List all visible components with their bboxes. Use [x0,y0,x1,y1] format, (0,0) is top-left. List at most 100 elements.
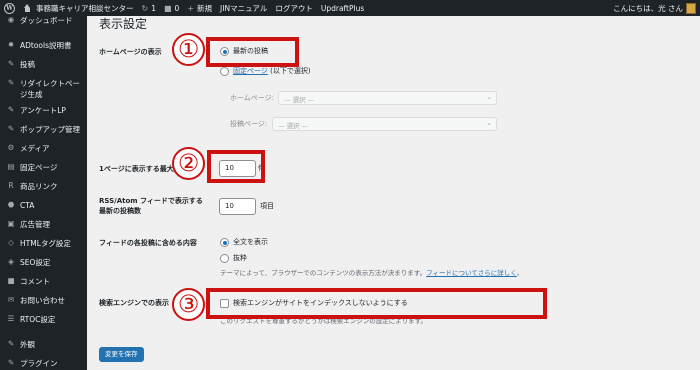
excerpt-radio[interactable] [220,254,229,263]
chevron-down-icon: ⌄ [486,119,492,127]
appearance-icon: ✎ [7,339,15,348]
jin-manual-label: JINマニュアル [220,3,268,13]
sidebar-item-label: ポップアップ管理 [20,125,80,134]
sidebar-item-posts[interactable]: ✎ 投稿 [0,59,35,70]
posts-page-select[interactable]: — 選択 — ⌄ [272,117,497,131]
sidebar-item-cta[interactable]: ⬣ CTA [0,200,35,211]
feed-desc-text: テーマによって、ブラウザーでのコンテンツの表示方法が決まります。 [220,269,427,277]
seo-icon: ◈ [8,257,14,266]
sidebar-item-contact[interactable]: ✉ お問い合わせ [0,295,65,306]
sidebar-item-appearance[interactable]: ✎ 外観 [0,339,35,350]
plus-icon: + [187,3,195,13]
sidebar-item-label: 商品リンク [20,182,58,191]
comment-bubble-icon: ■ [163,3,172,13]
save-changes-button[interactable]: 変更を保存 [99,347,144,362]
sidebar-item-label-line2: ジ生成 [20,90,43,99]
new-content-link[interactable]: + 新規 [183,0,216,16]
sidebar-item-label: コメント [20,277,50,286]
rss-label: RSS/Atom フィードで表示する 最新の投稿数 [99,196,203,216]
sidebar-item-label: 固定ページ [20,163,58,172]
ad-icon: ▣ [7,219,15,228]
annotation-box-3 [206,288,547,319]
sidebar-item-label: お問い合わせ [20,296,65,305]
updraftplus-link[interactable]: UpdraftPlus [317,0,368,16]
list-icon: ☰ [7,314,15,323]
sidebar-item-adtools[interactable]: ✹ ADtools説明書 [0,40,72,51]
refresh-icon: ↻ [141,3,149,13]
updates-count: 1 [151,3,156,13]
feed-desc-end: 。 [516,269,524,277]
static-page-link[interactable]: 固定ページ [233,67,268,75]
mail-icon: ✉ [7,295,15,304]
homepage-select-label: ホームページ: [230,94,275,102]
homepage-select[interactable]: — 選択 — ⌄ [278,91,497,105]
full-text-radio[interactable] [220,238,229,247]
admin-bar: W 事務職キャリア相談センター ↻ 1 ■ 0 + 新規 JINマニュアル ログ… [0,0,700,16]
static-page-suffix: (以下で選択) [267,67,311,75]
sidebar-item-label: 広告管理 [20,220,50,229]
sidebar-item-survey-lp[interactable]: ✎ アンケートLP [0,105,66,116]
sidebar-item-comments[interactable]: ■ コメント [0,276,50,287]
updates-link[interactable]: ↻ 1 [138,0,160,16]
posts-page-select-value: — 選択 — [278,122,309,130]
main-content: 表示設定 ホームページの表示 最新の投稿 固定ページ (以下で選択) ホームペー… [87,16,700,370]
logout-label: ログアウト [275,3,313,13]
sidebar-item-label: 外観 [20,340,35,349]
sidebar-item-label: メディア [20,144,50,153]
sidebar-item-label: リダイレクトペー ジ生成 [20,78,80,100]
jin-manual-link[interactable]: JINマニュアル [216,0,271,16]
new-label: 新規 [197,3,213,13]
rss-label-line1: RSS/Atom フィードで表示する [99,197,203,205]
feed-learn-more-link[interactable]: フィードについてさらに詳しく [426,269,517,277]
sidebar-item-ads[interactable]: ▣ 広告管理 [0,219,50,230]
sidebar-item-product-links[interactable]: R 商品リンク [0,181,58,192]
sidebar-item-label: RTOC設定 [20,315,56,324]
feed-content-label: フィードの各投稿に含める内容 [99,239,197,247]
updraftplus-label: UpdraftPlus [320,3,365,13]
sidebar-item-label: 投稿 [20,60,35,69]
sidebar-item-plugins[interactable]: ✎ プラグイン [0,358,58,369]
sidebar-item-label: SEO設定 [20,258,51,267]
chevron-down-icon: ⌄ [486,93,492,101]
logout-link[interactable]: ログアウト [271,0,317,16]
full-text-label: 全文を表示 [233,238,268,246]
sidebar-item-label: ADtools説明書 [20,41,72,50]
home-icon [23,3,32,13]
static-page-option: 固定ページ (以下で選択) [233,66,311,76]
sidebar-item-redirect[interactable]: ✎ リダイレクトペー ジ生成 [0,78,80,100]
sidebar-item-label: プラグイン [20,359,58,368]
wp-logo-menu[interactable]: W [0,0,19,16]
plugin-icon: ✎ [7,358,15,367]
pin-icon: ✎ [7,59,15,68]
sidebar-item-media[interactable]: ⚙ メディア [0,143,50,154]
wordpress-logo-icon: W [4,2,15,14]
comment-icon: ■ [7,276,15,285]
comments-link[interactable]: ■ 0 [160,0,183,16]
static-page-radio[interactable] [220,67,229,76]
annotation-number-3: ③ [172,288,205,321]
sidebar-item-html-tags[interactable]: ◇ HTMLタグ設定 [0,238,71,249]
sidebar-item-rtoc[interactable]: ☰ RTOC設定 [0,314,56,325]
sidebar-item-pages[interactable]: ▤ 固定ページ [0,162,57,173]
rinker-icon: R [8,181,14,190]
sidebar-item-popup[interactable]: ✎ ポップアップ管理 [0,124,80,135]
dashboard-icon: ◉ [7,15,15,24]
my-account-link[interactable]: こんにちは、光 さん [609,0,700,16]
greeting-text: こんにちは、光 さん [613,3,683,13]
rss-items-input[interactable]: 10 [219,198,256,215]
pin-icon: ✎ [7,78,15,87]
pin-icon: ✎ [7,105,15,114]
media-icon: ⚙ [7,143,15,152]
sidebar-item-label: アンケートLP [20,106,66,115]
admin-sidebar: ◉ ダッシュボード ✹ ADtools説明書 ✎ 投稿 ✎ リダイレクトペー ジ… [0,15,87,370]
page-title: 表示設定 [99,17,148,31]
sidebar-item-seo[interactable]: ◈ SEO設定 [0,257,50,268]
rss-items-unit: 項目 [260,202,274,210]
sidebar-item-label-line1: リダイレクトペー [20,79,80,88]
sidebar-item-dashboard[interactable]: ◉ ダッシュボード [0,15,73,26]
sidebar-item-label: ダッシュボード [20,16,73,25]
annotation-number-1: ① [172,33,205,66]
excerpt-label: 抜粋 [233,254,247,262]
cta-icon: ⬣ [7,200,15,209]
site-name-link[interactable]: 事務職キャリア相談センター [19,0,138,16]
